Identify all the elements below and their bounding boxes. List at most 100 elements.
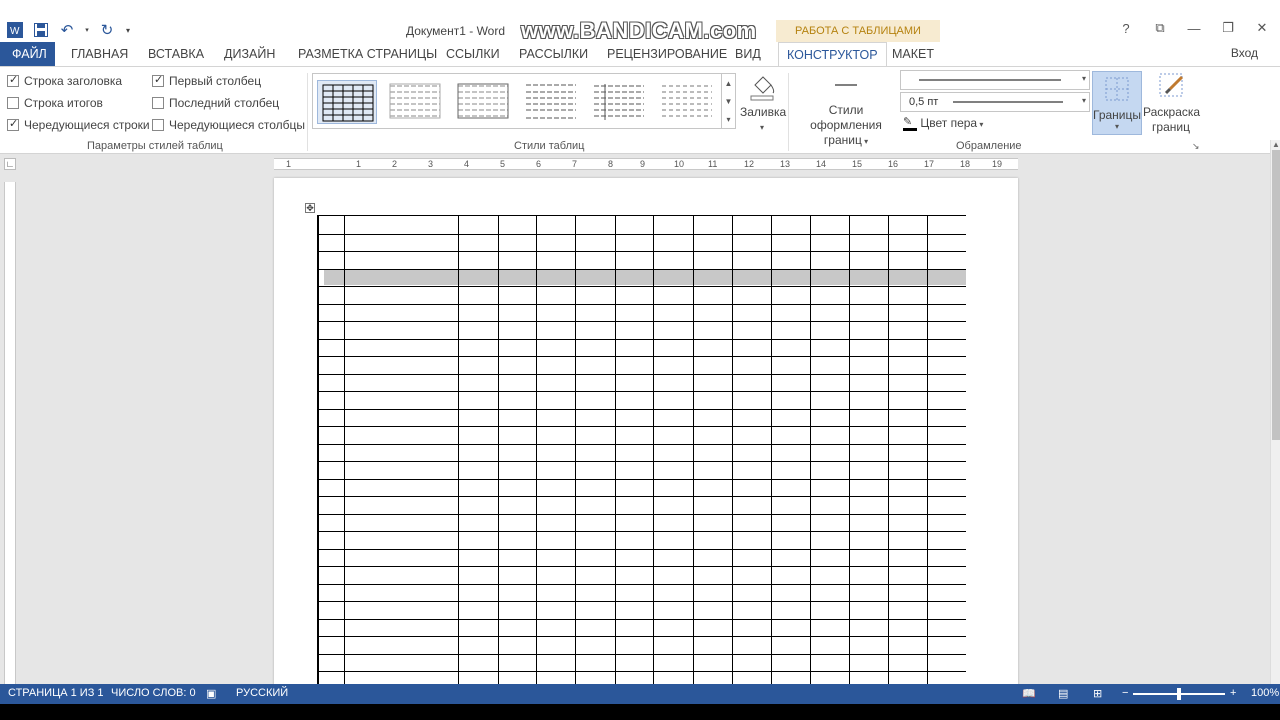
gallery-scroll[interactable]: ▲ ▼ ▾ bbox=[721, 74, 735, 128]
table-move-handle-icon[interactable]: ✥ bbox=[305, 203, 315, 213]
tab-view[interactable]: ВИД bbox=[735, 42, 761, 66]
gallery-down-icon[interactable]: ▼ bbox=[725, 97, 733, 106]
dialog-launcher-icon[interactable]: ↘ bbox=[1192, 141, 1200, 152]
border-painter-button[interactable]: Раскраска границ bbox=[1143, 71, 1200, 135]
total-row-checkbox[interactable]: Строка итогов bbox=[7, 96, 103, 110]
word-count[interactable]: ЧИСЛО СЛОВ: 0 bbox=[111, 687, 196, 699]
border-painter-icon bbox=[1159, 73, 1184, 97]
window-controls: ? ⧉ — ❐ ✕ bbox=[1116, 20, 1272, 36]
chevron-down-icon: ▾ bbox=[861, 137, 869, 146]
scrollbar-thumb[interactable] bbox=[1272, 150, 1280, 440]
ribbon-display-icon[interactable]: ⧉ bbox=[1150, 20, 1170, 36]
table-style-plain-4[interactable] bbox=[589, 80, 649, 124]
pen-color-button[interactable]: ✎ Цвет пера ▾ bbox=[903, 116, 987, 132]
vertical-ruler[interactable] bbox=[4, 182, 16, 684]
checkbox-unchecked bbox=[152, 119, 164, 131]
zoom-level[interactable]: 100% bbox=[1251, 687, 1279, 699]
last-column-checkbox[interactable]: Последний столбец bbox=[152, 96, 279, 110]
undo-dropdown-icon[interactable]: ▾ bbox=[84, 21, 90, 39]
table-styles-gallery: ▲ ▼ ▾ bbox=[312, 73, 736, 129]
ruler-number: 3 bbox=[428, 159, 434, 169]
ruler-number: 16 bbox=[888, 159, 899, 169]
header-row-checkbox[interactable]: Строка заголовка bbox=[7, 73, 122, 88]
selected-row-highlight bbox=[324, 269, 966, 285]
table-style-plain-5[interactable] bbox=[657, 80, 717, 124]
restore-icon[interactable]: ❐ bbox=[1218, 20, 1238, 36]
ruler-strip[interactable]: 1 1 2 3 4 5 6 7 8 9 10 11 12 13 14 15 16… bbox=[274, 158, 1018, 170]
save-icon[interactable] bbox=[32, 21, 50, 39]
chevron-down-icon: ▾ bbox=[1114, 122, 1119, 131]
redo-icon[interactable]: ↻ bbox=[98, 21, 116, 39]
tab-mailings[interactable]: РАССЫЛКИ bbox=[519, 42, 588, 66]
tab-table-layout[interactable]: МАКЕТ bbox=[892, 42, 934, 66]
chevron-down-icon: ▾ bbox=[1081, 74, 1086, 83]
language-indicator[interactable]: РУССКИЙ bbox=[236, 687, 288, 699]
tab-insert[interactable]: ВСТАВКА bbox=[148, 42, 204, 66]
web-layout-icon[interactable]: ⊞ bbox=[1093, 687, 1102, 700]
tab-layout-page[interactable]: РАЗМЕТКА СТРАНИЦЫ bbox=[298, 42, 437, 66]
table-style-grid-selected[interactable] bbox=[317, 80, 377, 124]
table-style-plain-3[interactable] bbox=[521, 80, 581, 124]
shading-button[interactable]: Заливка ▾ bbox=[740, 71, 786, 135]
tab-references[interactable]: ССЫЛКИ bbox=[446, 42, 500, 66]
banded-rows-checkbox[interactable]: Чередующиеся строки bbox=[7, 117, 150, 132]
ruler-number: 19 bbox=[992, 159, 1003, 169]
checkbox-checked bbox=[7, 73, 19, 87]
document-page[interactable]: ✥ bbox=[274, 178, 1018, 684]
ruler-number: 15 bbox=[852, 159, 863, 169]
zoom-in-icon[interactable]: + bbox=[1230, 687, 1236, 699]
group-separator bbox=[788, 73, 789, 151]
zoom-out-icon[interactable]: − bbox=[1122, 687, 1128, 699]
ruler-number: 9 bbox=[640, 159, 646, 169]
word-app-icon: W bbox=[6, 21, 24, 39]
line-weight-dropdown[interactable]: 0,5 пт ▾ bbox=[900, 92, 1090, 112]
tab-table-design[interactable]: КОНСТРУКТОР bbox=[778, 42, 887, 67]
minimize-icon[interactable]: — bbox=[1184, 21, 1204, 36]
ruler-number: 2 bbox=[392, 159, 398, 169]
customize-qat-icon[interactable]: ▾ bbox=[124, 21, 132, 39]
gallery-up-icon[interactable]: ▲ bbox=[725, 79, 733, 88]
sign-in-link[interactable]: Вход bbox=[1231, 46, 1258, 60]
line-style-dropdown[interactable]: ▾ bbox=[900, 70, 1090, 90]
document-table[interactable] bbox=[317, 215, 966, 684]
ruler-number: 7 bbox=[572, 159, 578, 169]
zoom-slider-knob[interactable] bbox=[1177, 688, 1181, 700]
ruler-number: 6 bbox=[536, 159, 542, 169]
tab-file[interactable]: ФАЙЛ bbox=[0, 42, 55, 66]
tab-selector-icon[interactable]: ∟ bbox=[4, 158, 16, 170]
read-mode-icon[interactable]: 📖 bbox=[1022, 687, 1036, 700]
table-grid[interactable] bbox=[318, 216, 966, 684]
print-layout-icon[interactable]: ▤ bbox=[1058, 687, 1068, 700]
banded-columns-checkbox[interactable]: Чередующиеся столбцы bbox=[152, 118, 305, 132]
scroll-up-icon[interactable]: ▲ bbox=[1272, 140, 1280, 149]
gallery-more-icon[interactable]: ▾ bbox=[726, 115, 730, 124]
pen-icon: ✎ bbox=[903, 116, 917, 131]
borders-button[interactable]: Границы ▾ bbox=[1092, 71, 1142, 135]
help-button[interactable]: ? bbox=[1116, 21, 1136, 36]
borders-grid-icon bbox=[1105, 77, 1129, 101]
border-styles-button[interactable]: Стили оформления границ ▾ bbox=[792, 77, 900, 149]
ribbon-panel: Строка заголовка Строка итогов Чередующи… bbox=[0, 66, 1280, 154]
ruler-number: 4 bbox=[464, 159, 470, 169]
tab-review[interactable]: РЕЦЕНЗИРОВАНИЕ bbox=[607, 42, 727, 66]
ruler-number: 12 bbox=[744, 159, 755, 169]
tab-design[interactable]: ДИЗАЙН bbox=[224, 42, 275, 66]
tab-home[interactable]: ГЛАВНАЯ bbox=[71, 42, 128, 66]
vertical-scrollbar[interactable]: ▲ bbox=[1270, 140, 1280, 684]
borders-group-label: Обрамление bbox=[956, 140, 1022, 152]
table-style-plain-1[interactable] bbox=[385, 80, 445, 124]
proofing-icon[interactable]: ▣ bbox=[206, 687, 216, 700]
first-column-checkbox[interactable]: Первый столбец bbox=[152, 73, 261, 88]
close-icon[interactable]: ✕ bbox=[1252, 20, 1272, 36]
horizontal-ruler: ∟ 1 1 2 3 4 5 6 7 8 9 10 11 12 13 14 15 … bbox=[0, 154, 1270, 174]
chevron-down-icon: ▾ bbox=[759, 123, 764, 132]
ruler-number: 1 bbox=[356, 159, 362, 169]
page-count[interactable]: СТРАНИЦА 1 ИЗ 1 bbox=[8, 687, 104, 699]
recorder-watermark: www.BANDICAM.com bbox=[521, 18, 757, 43]
undo-icon[interactable]: ↶ bbox=[58, 21, 76, 39]
ruler-number: 14 bbox=[816, 159, 827, 169]
table-style-plain-2[interactable] bbox=[453, 80, 513, 124]
document-title: Документ1 - Word bbox=[406, 24, 506, 38]
group-separator bbox=[307, 73, 308, 151]
document-canvas[interactable]: ✥ bbox=[0, 174, 1270, 684]
